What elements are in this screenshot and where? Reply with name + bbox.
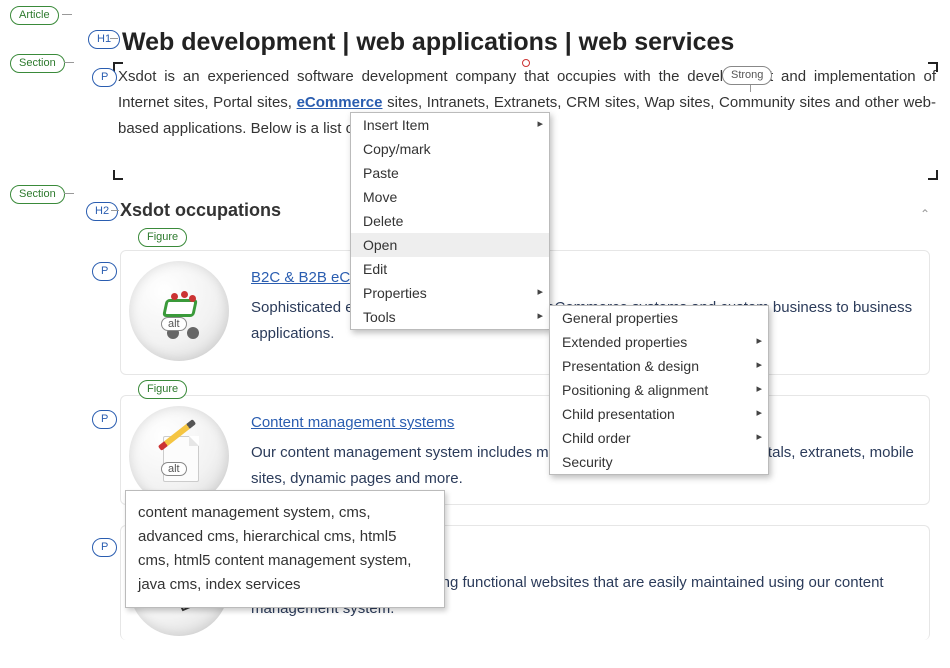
article-tag: Article (10, 6, 59, 25)
menu-properties[interactable]: Properties (351, 281, 549, 305)
ecommerce-link[interactable]: eCommerce (297, 94, 383, 111)
connector (110, 38, 118, 39)
cart-dot (189, 295, 196, 302)
context-submenu-properties: General properties Extended properties P… (549, 305, 769, 475)
p-tag-2: P (92, 262, 117, 281)
menu-copy[interactable]: Copy/mark (351, 137, 549, 161)
menu-move[interactable]: Move (351, 185, 549, 209)
menu-insert-item[interactable]: Insert Item (351, 113, 549, 137)
collapse-icon[interactable]: ⌃ (920, 207, 930, 221)
section-heading: Xsdot occupations (120, 200, 281, 221)
submenu-child-order[interactable]: Child order (550, 426, 768, 450)
h2-tag: H2 (86, 202, 118, 221)
card-title-link[interactable]: Content management systems (251, 414, 454, 431)
intro-text: Xsdot is an experienced software develop… (118, 68, 616, 85)
menu-paste[interactable]: Paste (351, 161, 549, 185)
cart-dot (171, 293, 178, 300)
connector (64, 193, 74, 194)
card-thumb (129, 261, 229, 361)
section-tag-1: Section (10, 54, 65, 73)
menu-tools[interactable]: Tools (351, 305, 549, 329)
submenu-extended[interactable]: Extended properties (550, 330, 768, 354)
figure-tag-1: Figure (138, 228, 187, 247)
p-tag-1: P (92, 68, 117, 87)
menu-open[interactable]: Open (351, 233, 549, 257)
submenu-positioning[interactable]: Positioning & alignment (550, 378, 768, 402)
alt-badge[interactable]: alt (161, 462, 187, 476)
figure-tag-2: Figure (138, 380, 187, 399)
alt-badge[interactable]: alt (161, 317, 187, 331)
page-title: Web development | web applications | web… (122, 28, 734, 57)
alt-tooltip: content management system, cms, advanced… (125, 490, 445, 608)
selection-corner (928, 170, 938, 180)
connector (111, 210, 119, 211)
p-tag-4: P (92, 538, 117, 557)
cart-dot (181, 291, 188, 298)
selection-corner (113, 170, 123, 180)
connector (62, 14, 72, 15)
menu-delete[interactable]: Delete (351, 209, 549, 233)
p-tag-3: P (92, 410, 117, 429)
strong-tag: Strong (722, 66, 772, 85)
submenu-security[interactable]: Security (550, 450, 768, 474)
submenu-child-presentation[interactable]: Child presentation (550, 402, 768, 426)
occupation-card: alt Content management systems Our conte… (120, 395, 930, 505)
submenu-presentation[interactable]: Presentation & design (550, 354, 768, 378)
menu-edit[interactable]: Edit (351, 257, 549, 281)
section-tag-2: Section (10, 185, 65, 204)
context-menu: Insert Item Copy/mark Paste Move Delete … (350, 112, 550, 330)
submenu-general[interactable]: General properties (550, 306, 768, 330)
cart-wheel (187, 327, 199, 339)
connector (64, 62, 74, 63)
h1-tag: H1 (88, 30, 120, 49)
